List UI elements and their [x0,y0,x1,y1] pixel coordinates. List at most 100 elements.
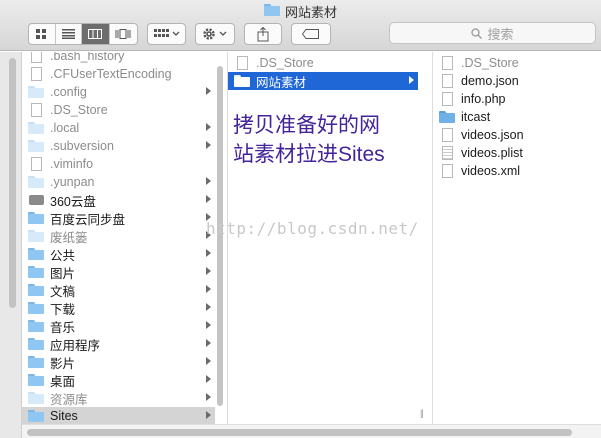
col1-item[interactable]: .yunpan [22,173,215,191]
column-view-button[interactable] [82,24,110,44]
search-icon [471,27,483,39]
col2-item[interactable]: .DS_Store [228,54,418,72]
disclosure-arrow-icon [206,141,211,149]
disclosure-arrow-icon [206,393,211,401]
col1-item[interactable]: 废纸篓 [22,227,215,245]
column-resize-handle[interactable]: || [420,408,424,418]
col1-item[interactable]: 影片 [22,353,215,371]
item-label: .yunpan [50,175,95,189]
item-label: Sites [50,409,78,423]
window-title: 网站素材 [0,2,601,21]
toolbar: 网站素材 搜索 [0,0,601,51]
sidebar-edge [0,52,22,438]
col3-item[interactable]: itcast [433,108,601,126]
folder-icon [28,409,44,423]
folder-icon [28,337,44,351]
horizontal-scroll-thumb[interactable] [27,429,572,436]
gear-icon [203,28,227,40]
search-placeholder: 搜索 [487,26,514,42]
column-2-scrollbar: || [419,52,429,424]
tag-button[interactable] [291,23,331,45]
col1-item[interactable]: 应用程序 [22,335,215,353]
item-label: .viminfo [50,157,94,171]
col3-item[interactable]: demo.json [433,72,601,90]
annotation-line-1: 拷贝准备好的网 [233,114,380,137]
col1-item[interactable]: 文稿 [22,281,215,299]
arrange-button[interactable] [147,23,186,45]
col1-item[interactable]: 下载 [22,299,215,317]
col3-item[interactable]: videos.json [433,126,601,144]
plist-document-icon [439,146,455,160]
document-icon [439,92,455,106]
view-mode-segmented-control [28,23,138,45]
col1-item[interactable]: 音乐 [22,317,215,335]
col3-item[interactable]: videos.xml [433,162,601,180]
folder-icon [28,175,44,189]
col1-item[interactable]: .local [22,119,215,137]
folder-icon [439,110,455,124]
col1-item[interactable]: Sites [22,407,215,424]
item-label: 360云盘 [50,194,96,209]
item-label: 网站素材 [256,75,307,90]
action-button[interactable] [195,23,235,45]
disclosure-arrow-icon [206,267,211,275]
col1-item[interactable]: .bash_history [22,52,215,65]
document-icon [234,56,250,70]
col1-item[interactable]: 公共 [22,245,215,263]
list-view-button[interactable] [56,24,83,44]
column-1: .bash_history .CFUserTextEncoding .config.… [22,52,215,424]
col3-item[interactable]: info.php [433,90,601,108]
folder-icon [28,121,44,135]
document-icon [439,56,455,70]
disclosure-arrow-icon [206,123,211,131]
disclosure-arrow-icon [409,76,414,84]
col2-item[interactable]: 网站素材 [228,72,418,90]
folder-icon [28,229,44,243]
tag-icon [302,29,319,39]
icon-view-icon [36,28,47,39]
item-label: .local [50,121,80,135]
document-icon [439,164,455,178]
folder-icon [28,283,44,297]
folder-icon [28,85,44,99]
column-view-icon [88,29,103,39]
cover-flow-view-button[interactable] [110,24,137,44]
share-button[interactable] [244,23,282,45]
col3-item[interactable]: videos.plist [433,144,601,162]
item-label: 文稿 [50,284,76,299]
col1-item[interactable]: 百度云同步盘 [22,209,215,227]
folder-icon [28,265,44,279]
col1-item[interactable]: .subversion [22,137,215,155]
col1-item[interactable]: 360云盘 [22,191,215,209]
col1-item[interactable]: 图片 [22,263,215,281]
folder-icon [28,139,44,153]
col1-item[interactable]: .config [22,83,215,101]
item-label: 公共 [50,248,76,263]
disclosure-arrow-icon [206,249,211,257]
col1-item[interactable]: 桌面 [22,371,215,389]
search-field[interactable]: 搜索 [389,22,596,44]
annotation-line-2: 站素材拉进Sites [233,143,385,166]
disclosure-arrow-icon [206,87,211,95]
col3-item[interactable]: .DS_Store [433,54,601,72]
col1-item[interactable]: 资源库 [22,389,215,407]
folder-icon [28,373,44,387]
folder-icon [28,247,44,261]
item-label: .DS_Store [461,56,519,70]
col1-item[interactable]: .CFUserTextEncoding [22,65,215,83]
item-label: videos.json [461,128,524,142]
col1-item[interactable]: .viminfo [22,155,215,173]
item-label: demo.json [461,74,519,88]
col1-item[interactable]: .DS_Store [22,101,215,119]
item-label: 图片 [50,266,76,281]
sidebar-scrollbar[interactable] [9,58,16,308]
column-2: .DS_Store 网站素材 [228,52,418,424]
horizontal-scrollbar[interactable] [22,424,601,438]
icon-view-button[interactable] [29,24,56,44]
document-icon [439,128,455,142]
column-1-scrollbar[interactable] [215,52,225,424]
document-icon [439,74,455,88]
drive-icon [28,193,44,207]
item-label: .bash_history [50,52,125,63]
share-icon [257,26,269,41]
